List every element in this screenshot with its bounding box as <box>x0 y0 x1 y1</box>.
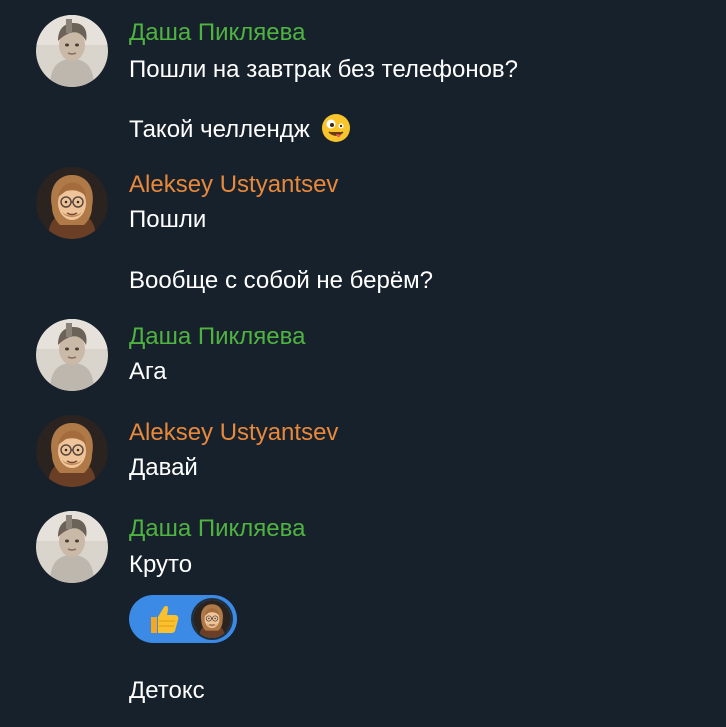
thumbs-up-icon <box>145 601 181 637</box>
memoji-avatar-icon <box>193 600 231 638</box>
photo-avatar-icon <box>36 15 108 87</box>
message-text-with-emoji: Такой челлендж <box>129 113 351 145</box>
sender-name[interactable]: Даша Пикляева <box>129 18 305 48</box>
photo-avatar-icon <box>36 319 108 391</box>
photo-avatar-icon <box>36 511 108 583</box>
sender-name[interactable]: Даша Пикляева <box>129 322 305 352</box>
message-text: Пошли <box>129 206 207 233</box>
avatar[interactable] <box>36 167 108 239</box>
avatar[interactable] <box>36 319 108 391</box>
message-text: Ага <box>129 358 167 385</box>
message-text: Такой челлендж <box>129 116 310 143</box>
reaction-avatar <box>191 598 233 640</box>
sender-name[interactable]: Aleksey Ustyantsev <box>129 418 338 448</box>
message-text: Давай <box>129 454 198 481</box>
avatar[interactable] <box>36 511 108 583</box>
sender-name[interactable]: Aleksey Ustyantsev <box>129 170 338 200</box>
reaction-chip[interactable] <box>129 595 237 643</box>
zany-face-emoji-icon <box>321 113 351 143</box>
sender-name[interactable]: Даша Пикляева <box>129 514 305 544</box>
avatar[interactable] <box>36 415 108 487</box>
memoji-avatar-icon <box>36 167 108 239</box>
memoji-avatar-icon <box>36 415 108 487</box>
message-text: Пошли на завтрак без телефонов? <box>129 56 519 83</box>
avatar[interactable] <box>36 15 108 87</box>
message-text: Вообще с собой не берём? <box>129 267 434 294</box>
message-text: Детокс <box>129 677 205 704</box>
message-text: Круто <box>129 551 193 578</box>
